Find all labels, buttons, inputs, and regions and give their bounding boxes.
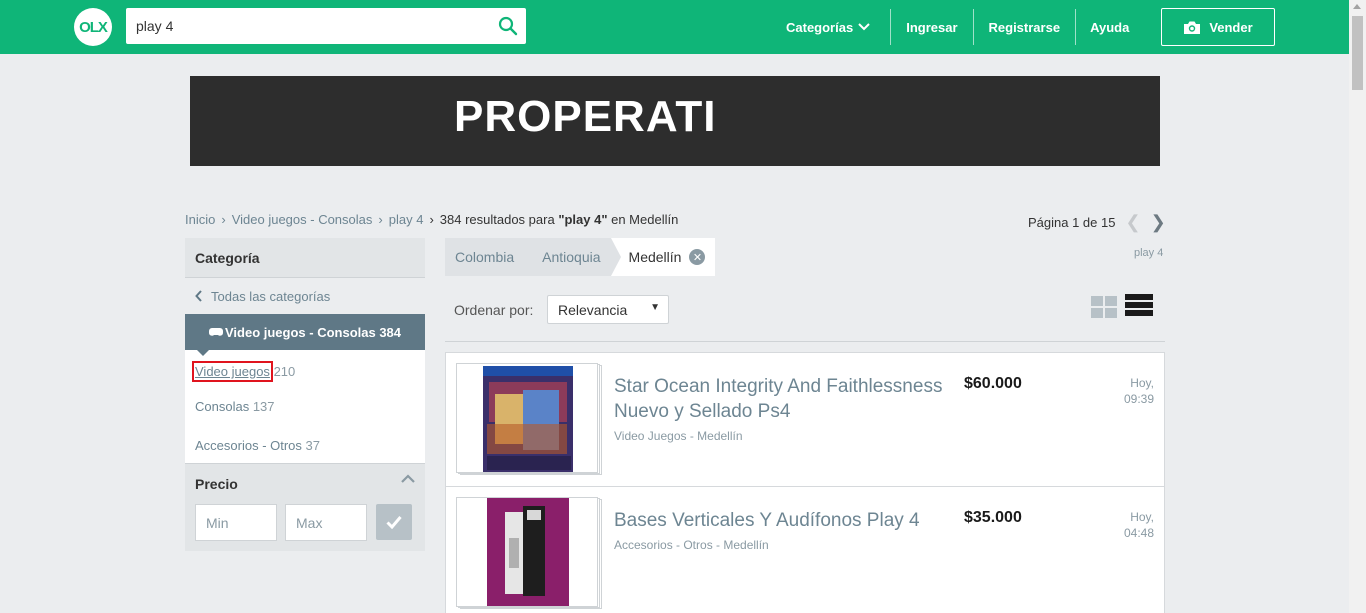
listing-title[interactable]: Star Ocean Integrity And Faithlessness N… — [614, 374, 954, 424]
location-antioquia[interactable]: Antioquia — [524, 238, 621, 276]
location-medellin-label: Medellín — [628, 249, 682, 265]
listing-date-day: Hoy, — [1130, 510, 1154, 524]
listing-image[interactable] — [456, 497, 598, 607]
chevron-down-icon — [858, 23, 870, 31]
breadcrumb: Inicio › Video juegos - Consolas › play … — [185, 212, 678, 227]
results-summary: 384 resultados para "play 4" en Medellín — [440, 212, 679, 227]
location-medellin[interactable]: Medellín ✕ — [610, 238, 716, 276]
listing-results: Star Ocean Integrity And Faithlessness N… — [445, 352, 1165, 613]
game-cover-image — [483, 366, 573, 472]
results-prefix: 384 resultados para — [439, 212, 559, 227]
breadcrumb-play-4[interactable]: play 4 — [389, 212, 424, 227]
price-filter: Precio — [185, 463, 425, 551]
subcategory-count: 137 — [252, 399, 275, 414]
vender-label: Vender — [1209, 19, 1253, 35]
banner-text: PROPERATI — [454, 92, 717, 141]
results-query: "play 4" — [558, 212, 608, 227]
scrollbar-thumb[interactable] — [1352, 16, 1363, 90]
vender-button[interactable]: Vender — [1161, 8, 1275, 46]
scroll-up-arrow-icon[interactable] — [1353, 4, 1361, 9]
listing-image-stack — [456, 363, 602, 475]
product-photo-image — [487, 498, 569, 606]
list-view-icon[interactable] — [1125, 294, 1153, 318]
subcategory-label: Accesorios - Otros — [195, 438, 302, 453]
listing-item[interactable]: Bases Verticales Y Audífonos Play 4 Acce… — [446, 487, 1164, 613]
search-bar — [126, 8, 526, 44]
active-category-label: Video juegos - Consolas — [224, 324, 376, 340]
chevron-right-icon: › — [429, 212, 434, 227]
sort-label: Ordenar por: — [454, 302, 534, 318]
subcategory-video-juegos[interactable]: Video juegos 210 — [185, 350, 425, 387]
previous-page-icon[interactable]: ❮ — [1125, 212, 1140, 233]
next-page-icon[interactable]: ❯ — [1151, 212, 1166, 233]
chevron-up-icon[interactable] — [401, 474, 415, 484]
all-categories-label: Todas las categorías — [211, 288, 331, 304]
search-icon[interactable] — [498, 16, 518, 36]
listing-image[interactable] — [456, 363, 598, 473]
listing-image-stack — [456, 497, 602, 609]
price-min-input[interactable] — [195, 504, 277, 541]
camera-icon — [1184, 21, 1201, 34]
nav-registrarse[interactable]: Registrarse — [974, 9, 1076, 45]
category-heading: Categoría — [185, 238, 425, 278]
apply-price-button[interactable] — [376, 504, 412, 540]
listing-date: Hoy, 04:48 — [1124, 509, 1154, 541]
listing-price: $60.000 — [964, 375, 1022, 392]
divider — [445, 341, 1165, 342]
listing-date-day: Hoy, — [1130, 376, 1154, 390]
olx-logo[interactable]: OLX — [74, 8, 112, 46]
listing-category-location: Accesorios - Otros - Medellín — [614, 538, 769, 552]
chevron-right-icon: › — [221, 212, 226, 227]
breadcrumb-inicio[interactable]: Inicio — [185, 212, 215, 227]
price-max-input[interactable] — [285, 504, 367, 541]
nav-ingresar[interactable]: Ingresar — [891, 9, 972, 45]
search-input[interactable] — [126, 8, 486, 44]
top-navigation-bar: OLX Categorías Ingresar Registrarse Ayud… — [0, 0, 1349, 54]
location-colombia[interactable]: Colombia — [445, 238, 535, 276]
subcategory-accesorios-otros[interactable]: Accesorios - Otros 37 — [185, 426, 425, 463]
page-scrollbar[interactable] — [1349, 0, 1366, 613]
location-breadcrumb: Colombia Antioquia Medellín ✕ — [445, 238, 716, 276]
price-heading: Precio — [195, 476, 238, 492]
grid-view-icon[interactable] — [1091, 296, 1117, 318]
sidebar-filters: Categoría Todas las categorías Video jue… — [185, 238, 425, 551]
checkmark-icon — [386, 516, 402, 529]
search-tag: play 4 — [1134, 247, 1164, 259]
gamepad-icon — [208, 328, 223, 336]
sort-select[interactable]: Relevancia ▼ — [547, 295, 669, 324]
subcategory-count: 210 — [273, 364, 296, 379]
main-nav: Categorías Ingresar Registrarse Ayuda — [786, 0, 1143, 54]
page-indicator: Página 1 de 15 — [1028, 215, 1116, 230]
sort-selected-value: Relevancia — [558, 302, 628, 318]
dropdown-caret-icon: ▼ — [650, 302, 660, 313]
ad-banner[interactable]: PROPERATI — [190, 76, 1160, 166]
remove-location-icon[interactable]: ✕ — [689, 249, 706, 265]
all-categories-link[interactable]: Todas las categorías — [185, 278, 425, 314]
nav-categorias[interactable]: Categorías — [786, 9, 890, 45]
nav-ayuda[interactable]: Ayuda — [1076, 9, 1143, 45]
active-category[interactable]: Video juegos - Consolas 384 — [185, 314, 425, 356]
subcategory-label[interactable]: Video juegos — [192, 361, 273, 382]
subcategory-label: Consolas — [195, 399, 250, 414]
listing-title[interactable]: Bases Verticales Y Audífonos Play 4 — [614, 508, 954, 533]
chevron-right-icon: › — [378, 212, 383, 227]
subcategory-count: 37 — [305, 438, 321, 453]
listing-date: Hoy, 09:39 — [1124, 375, 1154, 407]
active-category-count: 384 — [379, 324, 402, 340]
listing-date-time: 04:48 — [1123, 526, 1154, 540]
chevron-left-icon — [195, 290, 202, 302]
nav-categorias-label: Categorías — [786, 19, 854, 35]
pagination: Página 1 de 15 ❮ ❯ — [1028, 212, 1166, 233]
listing-date-time: 09:39 — [1123, 392, 1154, 406]
subcategory-list: Video juegos 210 Consolas 137 Accesorios… — [185, 350, 425, 463]
listing-item[interactable]: Star Ocean Integrity And Faithlessness N… — [446, 353, 1164, 487]
breadcrumb-video-juegos-consolas[interactable]: Video juegos - Consolas — [232, 212, 373, 227]
listing-price: $35.000 — [964, 509, 1022, 526]
listing-category-location: Video Juegos - Medellín — [614, 429, 743, 443]
subcategory-consolas[interactable]: Consolas 137 — [185, 387, 425, 426]
results-suffix: en Medellín — [607, 212, 679, 227]
